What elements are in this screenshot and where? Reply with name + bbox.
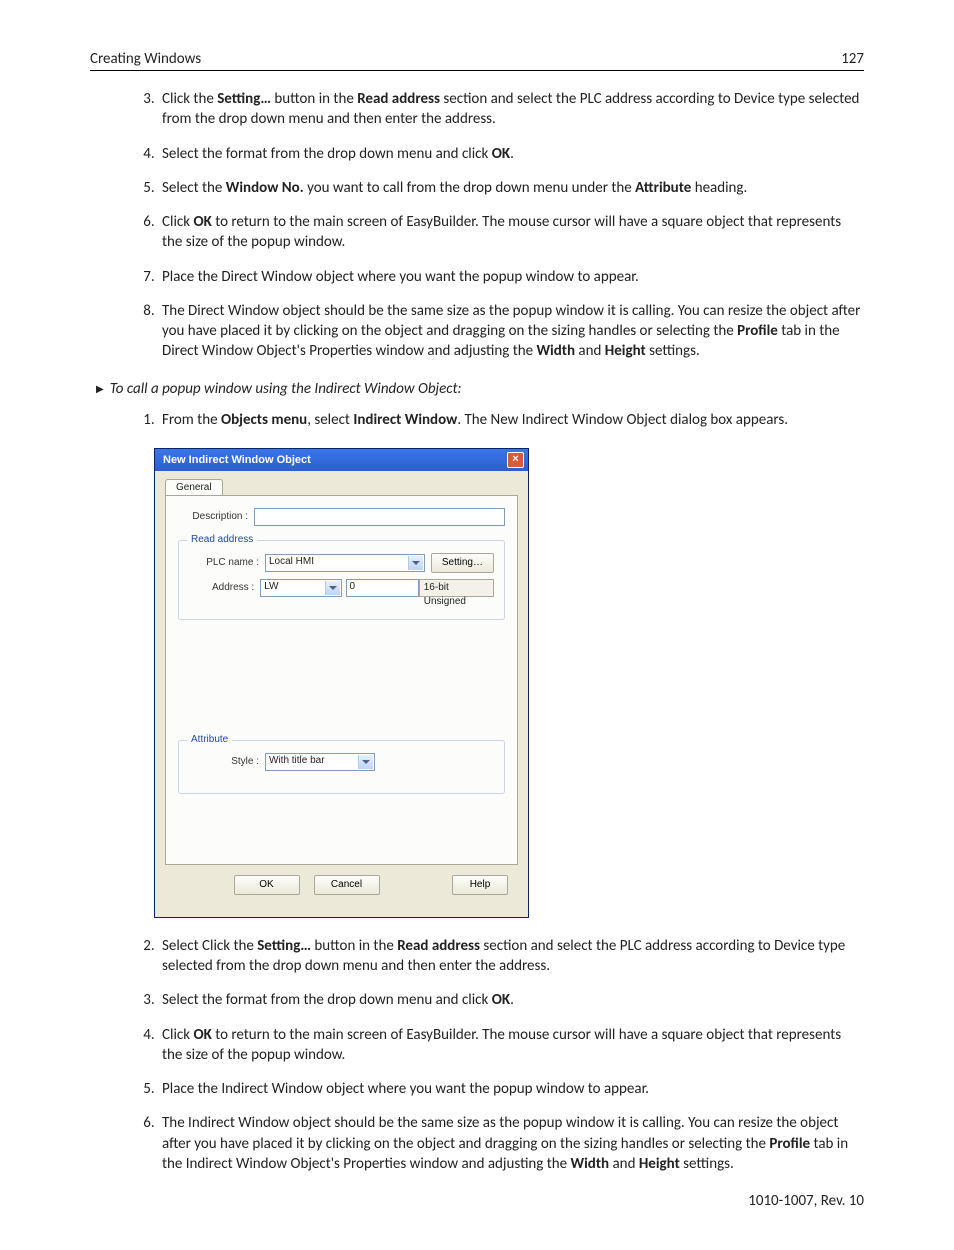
style-label: Style : [189,756,259,767]
address-type-select[interactable]: LW [260,579,342,597]
attribute-group: Attribute Style : With title bar [178,740,505,794]
dialog-title: New Indirect Window Object [163,454,311,466]
address-label: Address : [189,582,254,593]
step-item: Place the Indirect Window object where y… [158,1079,864,1099]
read-address-group-title: Read address [187,534,257,545]
help-button[interactable]: Help [452,875,508,895]
step-item: From the Objects menu, select Indirect W… [158,410,864,430]
read-address-group: Read address PLC name : Local HMI Settin… [178,540,505,620]
step-list-b-rest: Select Click the Setting… button in the … [90,936,864,1174]
step-item: Select the format from the drop down men… [158,144,864,164]
address-value-input[interactable]: 0 [346,579,419,597]
step-item: The Indirect Window object should be the… [158,1113,864,1174]
cancel-button[interactable]: Cancel [314,875,380,895]
indirect-window-dialog: New Indirect Window Object × General Des… [154,448,529,918]
page-number: 127 [841,50,864,68]
format-readout: 16-bit Unsigned [419,579,494,597]
step-list-b-first: From the Objects menu, select Indirect W… [90,410,864,430]
dialog-titlebar[interactable]: New Indirect Window Object × [155,449,528,471]
footer-docid: 1010-1007, Rev. 10 [90,1192,864,1210]
step-item: Place the Direct Window object where you… [158,267,864,287]
running-header: Creating Windows 127 [90,50,864,71]
tab-general[interactable]: General [165,479,223,496]
step-item: Select Click the Setting… button in the … [158,936,864,977]
section-title: Creating Windows [90,50,201,68]
style-select[interactable]: With title bar [265,753,375,771]
description-label: Description : [178,511,248,522]
step-item: Click the Setting… button in the Read ad… [158,89,864,130]
setting-button[interactable]: Setting… [431,553,494,573]
step-item: Click OK to return to the main screen of… [158,212,864,253]
step-item: Select the Window No. you want to call f… [158,178,864,198]
step-item: Select the format from the drop down men… [158,990,864,1010]
ok-button[interactable]: OK [234,875,300,895]
procedure-heading: To call a popup window using the Indirec… [96,380,864,398]
step-list-a: Click the Setting… button in the Read ad… [90,89,864,362]
step-item: Click OK to return to the main screen of… [158,1025,864,1066]
attribute-group-title: Attribute [187,734,232,745]
plc-name-label: PLC name : [189,557,259,568]
plc-name-select[interactable]: Local HMI [265,554,425,572]
description-input[interactable] [254,508,505,526]
step-item: The Direct Window object should be the s… [158,301,864,362]
close-icon[interactable]: × [507,452,524,468]
